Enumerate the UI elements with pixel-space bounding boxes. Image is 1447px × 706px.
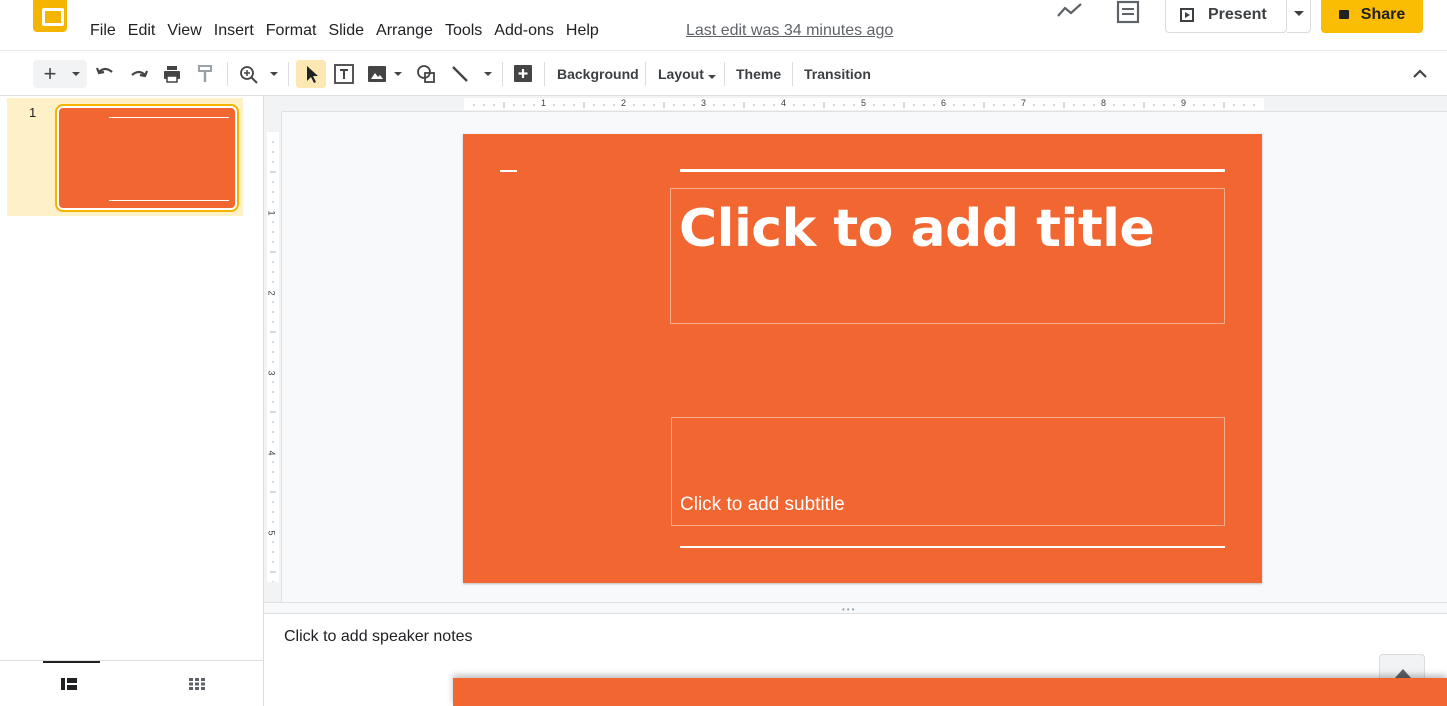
text-box-icon[interactable] bbox=[332, 60, 356, 88]
zoom-dropdown[interactable] bbox=[262, 60, 282, 88]
grid-view-icon[interactable] bbox=[189, 678, 205, 690]
comments-icon[interactable] bbox=[1114, 0, 1142, 26]
layout-button[interactable]: Layout bbox=[658, 66, 716, 82]
menu-tools[interactable]: Tools bbox=[439, 20, 488, 42]
toolbar-separator bbox=[227, 62, 228, 86]
transition-button[interactable]: Transition bbox=[804, 66, 871, 82]
insert-image-icon[interactable] bbox=[366, 60, 388, 88]
menu-file[interactable]: File bbox=[84, 20, 122, 42]
toolbar-separator bbox=[792, 62, 793, 86]
vertical-ruler[interactable]: 1 2 3 4 5 bbox=[264, 112, 282, 602]
slide-preview-overlay bbox=[453, 678, 1447, 706]
activity-trend-icon[interactable] bbox=[1056, 0, 1084, 22]
menu-insert[interactable]: Insert bbox=[208, 20, 260, 42]
layout-caret-icon bbox=[707, 75, 716, 79]
ruler-label: 4 bbox=[781, 98, 787, 108]
lock-icon bbox=[1338, 10, 1349, 19]
slides-logo-icon[interactable] bbox=[33, 0, 67, 32]
ruler-label: 6 bbox=[941, 98, 947, 108]
slide-thumbnail[interactable] bbox=[55, 104, 239, 212]
present-label: Present bbox=[1208, 5, 1267, 23]
ruler-label: 5 bbox=[266, 530, 277, 536]
active-view-indicator bbox=[43, 661, 100, 663]
redo-icon[interactable] bbox=[128, 60, 150, 88]
filmstrip-view-icon[interactable] bbox=[61, 678, 77, 690]
line-dropdown[interactable] bbox=[476, 60, 496, 88]
ruler-label: 5 bbox=[861, 98, 867, 108]
menu-format[interactable]: Format bbox=[260, 20, 323, 42]
layout-label: Layout bbox=[658, 66, 704, 82]
vertical-ruler-ticks bbox=[270, 141, 276, 583]
select-cursor-icon[interactable] bbox=[296, 60, 326, 88]
slide-filmstrip: 1 bbox=[0, 96, 264, 706]
share-label: Share bbox=[1360, 5, 1406, 23]
speaker-notes-placeholder: Click to add speaker notes bbox=[284, 628, 473, 645]
slide[interactable]: Click to add title Click to add subtitle bbox=[463, 134, 1262, 583]
thumbnail-bottom-line bbox=[109, 200, 229, 201]
ruler-label: 1 bbox=[266, 210, 277, 216]
new-slide-layout-dropdown[interactable] bbox=[64, 60, 84, 88]
shape-icon[interactable] bbox=[414, 60, 438, 88]
insert-image-dropdown[interactable] bbox=[388, 60, 404, 88]
ruler-label: 3 bbox=[701, 98, 707, 108]
toolbar-separator bbox=[544, 62, 545, 86]
drag-handle-dots-icon: ••• bbox=[842, 605, 857, 614]
ruler-label: 7 bbox=[1021, 98, 1027, 108]
menu-add-ons[interactable]: Add-ons bbox=[488, 20, 560, 42]
horizontal-ruler[interactable]: 1 2 3 4 5 6 7 8 9 bbox=[282, 96, 1447, 112]
toolbar-separator bbox=[645, 62, 646, 86]
subtitle-placeholder-text: Click to add subtitle bbox=[680, 494, 845, 515]
ruler-label: 1 bbox=[541, 98, 547, 108]
ruler-corner bbox=[264, 96, 282, 112]
collapse-toolbar-chevron-up-icon[interactable] bbox=[1408, 60, 1432, 88]
ruler-label: 8 bbox=[1101, 98, 1107, 108]
share-button[interactable]: Share bbox=[1321, 0, 1423, 33]
slide-top-rule bbox=[680, 169, 1225, 172]
theme-button[interactable]: Theme bbox=[736, 66, 781, 82]
present-button[interactable]: Present bbox=[1165, 0, 1287, 33]
ruler-label: 4 bbox=[266, 450, 277, 456]
thumbnail-top-line bbox=[109, 117, 229, 118]
slide-number: 1 bbox=[29, 105, 37, 120]
paint-format-icon[interactable] bbox=[194, 60, 216, 88]
menu-view[interactable]: View bbox=[161, 20, 207, 42]
horizontal-ruler-page-area: 1 2 3 4 5 6 7 8 9 bbox=[464, 98, 1264, 110]
add-comment-icon[interactable] bbox=[510, 60, 536, 88]
ruler-label: 2 bbox=[266, 290, 277, 296]
subtitle-placeholder-box[interactable]: Click to add subtitle bbox=[671, 417, 1225, 526]
filmstrip-view-switcher bbox=[0, 660, 264, 706]
menu-arrange[interactable]: Arrange bbox=[370, 20, 439, 42]
ruler-label: 3 bbox=[266, 370, 277, 376]
top-bar: File Edit View Insert Format Slide Arran… bbox=[0, 0, 1447, 50]
title-placeholder-box[interactable]: Click to add title bbox=[670, 188, 1225, 324]
last-edit-link[interactable]: Last edit was 34 minutes ago bbox=[686, 22, 893, 40]
menu-bar: File Edit View Insert Format Slide Arran… bbox=[84, 20, 605, 42]
toolbar-separator bbox=[724, 62, 725, 86]
ruler-label: 2 bbox=[621, 98, 627, 108]
slide-bottom-rule bbox=[680, 546, 1225, 548]
new-slide-plus-icon[interactable]: + bbox=[38, 60, 62, 88]
notes-resize-handle[interactable]: ••• bbox=[264, 602, 1447, 614]
menu-help[interactable]: Help bbox=[560, 20, 605, 42]
toolbar-separator bbox=[502, 62, 503, 86]
menu-slide[interactable]: Slide bbox=[322, 20, 370, 42]
zoom-icon[interactable] bbox=[238, 60, 260, 88]
slide-canvas[interactable]: Click to add title Click to add subtitle bbox=[282, 112, 1447, 602]
background-button[interactable]: Background bbox=[557, 66, 639, 82]
title-placeholder-text: Click to add title bbox=[679, 199, 1155, 259]
slide-decorative-dash bbox=[500, 170, 517, 172]
present-options-dropdown[interactable] bbox=[1287, 0, 1311, 33]
toolbar: + Background Layout Theme Transition bbox=[0, 50, 1447, 96]
vertical-ruler-page-area: 1 2 3 4 5 bbox=[266, 132, 279, 583]
toolbar-separator bbox=[288, 62, 289, 86]
ruler-label: 9 bbox=[1181, 98, 1187, 108]
undo-icon[interactable] bbox=[94, 60, 116, 88]
line-icon[interactable] bbox=[448, 60, 472, 88]
present-icon bbox=[1180, 7, 1194, 22]
menu-edit[interactable]: Edit bbox=[122, 20, 162, 42]
print-icon[interactable] bbox=[161, 60, 183, 88]
